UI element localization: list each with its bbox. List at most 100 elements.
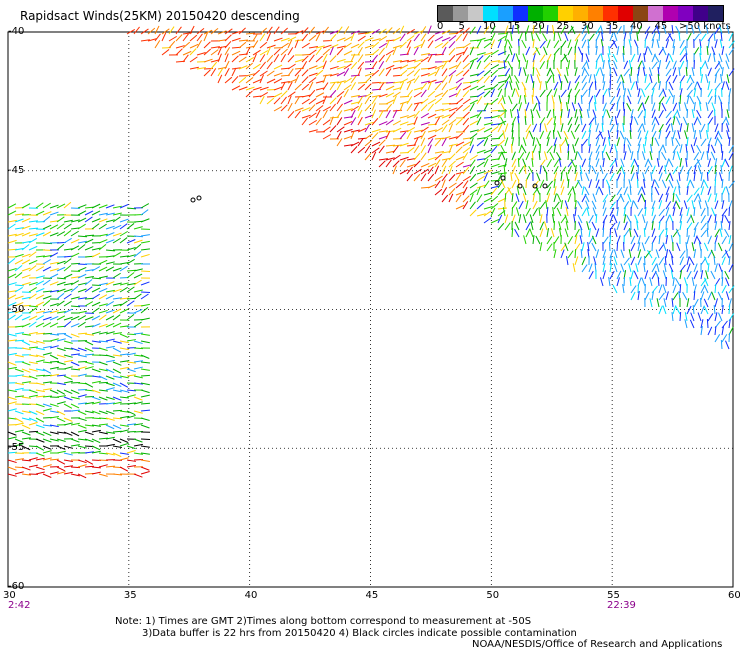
wind-barb <box>518 166 525 175</box>
wind-barb <box>591 221 597 231</box>
wind-barb <box>528 130 534 140</box>
wind-barb <box>700 229 707 238</box>
wind-barb <box>521 39 527 49</box>
note-line-1: Note: 1) Times are GMT 2)Times along bot… <box>115 616 532 627</box>
wind-barb <box>476 175 485 182</box>
wind-barb <box>525 228 531 238</box>
wind-barb <box>266 26 273 35</box>
wind-barb <box>504 222 511 231</box>
wind-barb <box>441 124 448 133</box>
wind-barb <box>616 25 622 35</box>
wind-barb <box>392 145 399 154</box>
wind-barb <box>686 214 692 224</box>
wind-barb <box>637 110 644 119</box>
wind-barb <box>462 186 468 196</box>
wind-barb <box>455 194 462 203</box>
wind-barb <box>357 46 363 56</box>
wind-barb <box>724 214 730 224</box>
wind-barb <box>21 424 31 430</box>
wind-barb <box>633 116 639 126</box>
wind-barb <box>399 25 405 35</box>
wind-barb <box>469 173 477 182</box>
wind-barb <box>679 311 682 322</box>
wind-barb <box>644 165 650 175</box>
wind-barb <box>140 354 150 359</box>
wind-barb <box>574 81 580 91</box>
wind-barb <box>35 322 45 328</box>
wind-barb <box>725 53 730 63</box>
wind-barb <box>518 59 521 70</box>
wind-barb <box>133 473 143 478</box>
wind-barb <box>63 237 72 244</box>
wind-barb <box>91 203 101 209</box>
wind-barb <box>378 160 386 168</box>
wind-barb <box>14 259 24 265</box>
wind-barb <box>514 221 520 231</box>
wind-barb <box>91 445 101 451</box>
wind-barb <box>705 25 709 35</box>
wind-barb <box>294 110 301 119</box>
wind-barb <box>301 33 309 42</box>
wind-barb <box>710 151 716 161</box>
wind-barb <box>693 193 699 203</box>
wind-barb <box>42 279 51 286</box>
wind-barb <box>42 202 51 209</box>
wind-barb <box>637 60 643 70</box>
wind-barb <box>371 141 381 147</box>
lon-tick-label: 35 <box>123 590 137 601</box>
wind-barb <box>564 32 569 42</box>
wind-barb <box>280 27 289 35</box>
lon-tick-label: 60 <box>728 590 740 601</box>
wind-barb <box>448 188 456 196</box>
wind-barb <box>703 298 709 308</box>
wind-barb <box>717 242 723 252</box>
wind-barb <box>577 46 583 56</box>
wind-barb <box>7 257 16 265</box>
wind-barb <box>581 130 587 140</box>
wind-barb <box>112 252 122 258</box>
wind-barb <box>651 256 657 266</box>
wind-barb <box>63 333 73 339</box>
wind-barb <box>133 321 142 328</box>
wind-barb <box>280 90 288 98</box>
wind-barb <box>49 322 59 328</box>
wind-barb <box>168 35 177 42</box>
wind-barb <box>497 222 505 231</box>
wind-barb <box>665 68 672 77</box>
wind-barb <box>77 223 86 230</box>
wind-barb <box>308 54 315 63</box>
wind-barb <box>581 256 587 266</box>
wind-barb <box>560 40 567 49</box>
wind-barb <box>658 193 664 203</box>
wind-barb <box>609 234 612 245</box>
wind-barb <box>606 109 611 119</box>
wind-barb <box>336 110 343 119</box>
wind-barb <box>112 361 122 366</box>
wind-barb <box>84 382 94 388</box>
wind-barb <box>636 178 639 189</box>
wind-barb <box>462 147 471 154</box>
wind-barb <box>612 214 618 224</box>
wind-barb <box>490 64 500 70</box>
wind-barb <box>133 26 140 35</box>
wind-barb <box>581 138 588 147</box>
wind-barb <box>567 236 574 245</box>
wind-barb <box>656 298 660 308</box>
wind-barb <box>7 223 16 230</box>
wind-barb <box>700 60 706 70</box>
wind-barb <box>490 98 499 105</box>
wind-barb <box>633 228 639 238</box>
wind-barb <box>651 165 656 175</box>
wind-barb <box>661 102 667 112</box>
wind-barb <box>350 146 358 154</box>
wind-barb <box>654 116 660 126</box>
wind-barb <box>343 99 353 105</box>
wind-barb <box>581 89 588 98</box>
wind-barb <box>637 123 643 133</box>
wind-barb <box>154 25 160 35</box>
wind-barb <box>140 389 150 394</box>
wind-barb <box>616 166 623 175</box>
wind-barb <box>329 55 337 63</box>
wind-barb <box>56 417 66 423</box>
wind-barb <box>483 127 493 133</box>
